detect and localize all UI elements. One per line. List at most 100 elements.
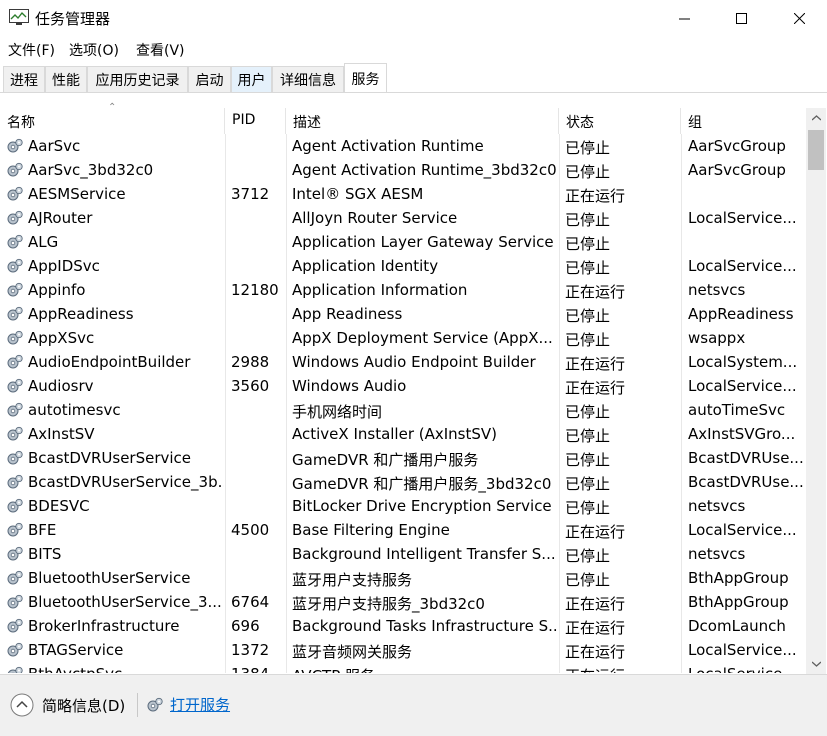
service-row[interactable]: AxInstSV ActiveX Installer (AxInstSV) 已停… xyxy=(0,422,806,446)
service-gear-icon xyxy=(6,666,24,673)
service-group: LocalService... xyxy=(688,257,797,275)
service-pid xyxy=(231,158,285,182)
service-gear-icon xyxy=(6,570,24,586)
service-status: 已停止 xyxy=(565,139,611,157)
service-group: LocalService... xyxy=(688,377,797,395)
service-row[interactable]: AarSvc_3bd32c0 Agent Activation Runtime_… xyxy=(0,158,806,182)
column-group[interactable]: 组 xyxy=(681,108,806,134)
service-pid: 4500 xyxy=(231,521,270,539)
service-row[interactable]: AppReadiness App Readiness 已停止 AppReadin… xyxy=(0,302,806,326)
title-bar: 任务管理器 xyxy=(0,0,827,36)
column-description-label: 描述 xyxy=(293,115,321,131)
service-name: Audiosrv xyxy=(28,377,94,395)
tab-app-history[interactable]: 应用历史记录 xyxy=(87,66,188,92)
service-status: 已停止 xyxy=(565,547,611,565)
service-description: Windows Audio Endpoint Builder xyxy=(292,353,536,371)
service-status: 已停止 xyxy=(565,427,611,445)
service-description: Application Information xyxy=(292,281,468,299)
scroll-up-button[interactable] xyxy=(806,108,826,128)
footer-separator xyxy=(137,693,138,717)
service-row[interactable]: BrokerInfrastructure 696 Background Task… xyxy=(0,614,806,638)
service-row[interactable]: BcastDVRUserService GameDVR 和广播用户服务 已停止 … xyxy=(0,446,806,470)
open-services-link[interactable]: 打开服务 xyxy=(170,694,230,715)
menu-view[interactable]: 查看(V) xyxy=(136,40,185,60)
service-description: Application Layer Gateway Service xyxy=(292,233,554,251)
maximize-button[interactable] xyxy=(712,0,770,36)
service-group: wsappx xyxy=(688,329,746,347)
service-description: App Readiness xyxy=(292,305,403,323)
service-row[interactable]: AESMService 3712 Intel® SGX AESM 正在运行 xyxy=(0,182,806,206)
service-description: Agent Activation Runtime xyxy=(292,137,484,155)
service-status: 正在运行 xyxy=(565,619,626,637)
service-name: BcastDVRUserService_3b... xyxy=(28,473,224,491)
service-pid xyxy=(231,446,285,470)
service-row[interactable]: BFE 4500 Base Filtering Engine 正在运行 Loca… xyxy=(0,518,806,542)
column-status[interactable]: 状态 xyxy=(559,108,681,134)
column-pid[interactable]: PID xyxy=(225,108,286,134)
service-name: AxInstSV xyxy=(28,425,95,443)
service-row[interactable]: AudioEndpointBuilder 2988 Windows Audio … xyxy=(0,350,806,374)
tab-details[interactable]: 详细信息 xyxy=(272,66,344,92)
vertical-scrollbar[interactable] xyxy=(806,108,826,674)
service-row[interactable]: BITS Background Intelligent Transfer S..… xyxy=(0,542,806,566)
tab-processes[interactable]: 进程 xyxy=(3,66,45,92)
service-pid xyxy=(231,206,285,230)
tab-bar: 进程 性能 应用历史记录 启动 用户 详细信息 服务 xyxy=(0,63,827,93)
service-row[interactable]: AppIDSvc Application Identity 已停止 LocalS… xyxy=(0,254,806,278)
service-status: 已停止 xyxy=(565,211,611,229)
minimize-button[interactable] xyxy=(655,0,713,36)
service-status: 正在运行 xyxy=(565,523,626,541)
service-status: 已停止 xyxy=(565,235,611,253)
service-row[interactable]: BcastDVRUserService_3b... GameDVR 和广播用户服… xyxy=(0,470,806,494)
service-pid: 6764 xyxy=(231,593,270,611)
service-gear-icon xyxy=(6,402,24,418)
service-row[interactable]: AarSvc Agent Activation Runtime 已停止 AarS… xyxy=(0,134,806,158)
service-pid: 696 xyxy=(231,617,260,635)
service-row[interactable]: Appinfo 12180 Application Information 正在… xyxy=(0,278,806,302)
menu-file[interactable]: 文件(F) xyxy=(8,40,55,60)
service-description: Agent Activation Runtime_3bd32c0 xyxy=(292,161,557,179)
scrollbar-thumb[interactable] xyxy=(808,130,824,170)
menu-options[interactable]: 选项(O) xyxy=(69,40,119,60)
service-status: 正在运行 xyxy=(565,379,626,397)
open-services-link-group[interactable]: 打开服务 xyxy=(146,694,230,715)
service-row[interactable]: autotimesvc 手机网络时间 已停止 autoTimeSvc xyxy=(0,398,806,422)
service-group: netsvcs xyxy=(688,281,746,299)
service-group: LocalService... xyxy=(688,209,797,227)
service-pid: 12180 xyxy=(231,281,279,299)
column-name[interactable]: ⌃ 名称 xyxy=(0,102,225,134)
service-row[interactable]: BDESVC BitLocker Drive Encryption Servic… xyxy=(0,494,806,518)
service-gear-icon xyxy=(6,618,24,634)
service-description: GameDVR 和广播用户服务 xyxy=(292,451,479,469)
service-row[interactable]: BthAvctpSvc 1384 AVCTP 服务 正在运行 LocalServ… xyxy=(0,662,806,673)
service-description: Base Filtering Engine xyxy=(292,521,450,539)
column-description[interactable]: 描述 xyxy=(286,108,559,134)
service-description: Application Identity xyxy=(292,257,439,275)
service-gear-icon xyxy=(6,282,24,298)
scroll-down-button[interactable] xyxy=(806,654,826,674)
service-row[interactable]: AJRouter AllJoyn Router Service 已停止 Loca… xyxy=(0,206,806,230)
tab-users[interactable]: 用户 xyxy=(231,66,272,92)
service-name: Appinfo xyxy=(28,281,86,299)
close-button[interactable] xyxy=(770,0,827,36)
service-row[interactable]: BluetoothUserService 蓝牙用户支持服务 已停止 BthApp… xyxy=(0,566,806,590)
fewer-details-button[interactable]: 简略信息(D) xyxy=(10,693,125,717)
service-gear-icon xyxy=(6,234,24,250)
service-description: Windows Audio xyxy=(292,377,407,395)
service-name: BluetoothUserService xyxy=(28,569,191,587)
service-row[interactable]: Audiosrv 3560 Windows Audio 正在运行 LocalSe… xyxy=(0,374,806,398)
tab-services[interactable]: 服务 xyxy=(344,63,387,93)
tab-startup[interactable]: 启动 xyxy=(188,66,231,92)
service-row[interactable]: AppXSvc AppX Deployment Service (AppX...… xyxy=(0,326,806,350)
service-row[interactable]: ALG Application Layer Gateway Service 已停… xyxy=(0,230,806,254)
service-description: BitLocker Drive Encryption Service xyxy=(292,497,552,515)
tab-performance[interactable]: 性能 xyxy=(45,66,87,92)
service-description: 蓝牙用户支持服务 xyxy=(292,571,413,589)
service-group: BthAppGroup xyxy=(688,593,789,611)
column-pid-label: PID xyxy=(232,112,256,128)
service-gear-icon xyxy=(6,450,24,466)
service-status: 已停止 xyxy=(565,571,611,589)
services-list: AarSvc Agent Activation Runtime 已停止 AarS… xyxy=(0,134,806,673)
service-row[interactable]: BTAGService 1372 蓝牙音频网关服务 正在运行 LocalServ… xyxy=(0,638,806,662)
service-row[interactable]: BluetoothUserService_3... 6764 蓝牙用户支持服务_… xyxy=(0,590,806,614)
